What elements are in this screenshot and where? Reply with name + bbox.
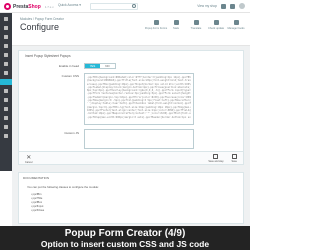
flag-icon [193,20,199,25]
sidebar [0,13,12,171]
notifications-icon[interactable] [230,3,235,9]
refresh-icon [213,20,219,25]
save-and-stay-button[interactable]: Save and stay [208,154,224,163]
top-bar: PrestaShop 1.7.x.x Quick Access ▾ View m… [0,0,250,13]
view-shop-link[interactable]: View my shop [197,4,217,8]
page-title: Configure [20,22,60,32]
modules-active-indicator[interactable] [0,79,12,85]
custom-css-label: Custom CSS [61,74,79,78]
main-content: Insert Popup Stylesheet Popups Enable in… [12,46,250,171]
documentation-area: DOCUMENTATION You can put the following … [12,171,250,226]
payment-icon[interactable] [4,107,8,111]
documentation-text: You can put the following classes to con… [27,185,99,189]
orders-icon[interactable] [4,26,8,30]
save-icon [231,154,237,159]
search-icon[interactable] [132,3,136,8]
page-header: Modules / Popup Form Creator Configure P… [12,13,250,46]
catalog-icon[interactable] [4,35,8,39]
settings-icon[interactable] [4,125,8,129]
cancel-button[interactable]: ✕ Cancel [25,155,32,164]
custom-css-textarea[interactable]: .ppcfBtn{background:#00a3e0;color:#fff;b… [84,73,194,125]
anchor-icon [233,20,239,25]
panel-footer: ✕ Cancel Save and stay Save [18,152,244,165]
search-input[interactable] [90,3,138,10]
toggle-yes[interactable]: YES [85,64,100,68]
translate-button[interactable]: Translate [188,20,204,30]
documentation-heading: DOCUMENTATION [23,176,50,180]
save-actions: Save and stay Save [208,154,237,163]
documentation-panel: DOCUMENTATION You can put the following … [18,172,244,224]
list-item: • ppcfClose [31,209,45,212]
design-icon[interactable] [4,89,8,93]
popup-forms-button[interactable]: Popup Form Forms [145,20,167,30]
version-label: 1.7.x.x [44,4,54,9]
stats-icon[interactable] [4,62,8,66]
banner-subtitle: Option to insert custom CSS and JS code [40,239,210,249]
documentation-list: • ppcfBtn • ppcfTitle • ppcfBox • ppcfIn… [31,193,44,213]
messages-icon[interactable] [4,53,8,57]
enable-label: Enable in head [58,64,79,68]
settings-panel: Insert Popup Stylesheet Popups Enable in… [18,50,244,152]
code-line: .ppcfWrap{max-width:600px;margin:0 auto}… [87,115,191,119]
save-button[interactable]: Save [232,154,237,163]
shipping-icon[interactable] [4,98,8,102]
international-icon[interactable] [4,116,8,120]
save-icon [213,154,219,159]
stats-button[interactable]: Stats [168,20,184,30]
quick-access-menu[interactable]: Quick Access ▾ [58,3,81,7]
custom-js-label: Custom JS [64,131,79,135]
panel-heading: Insert Popup Stylesheet Popups [25,54,71,58]
caption-banner: Popup Form Creator (4/9) Option to inser… [0,226,250,250]
modules-icon[interactable] [4,71,8,75]
toggle-no[interactable]: NO [100,64,115,68]
list-icon [153,20,159,25]
cart-icon[interactable] [221,3,226,9]
logo-icon [4,3,11,10]
manage-hooks-button[interactable]: Manage hooks [228,20,245,30]
header-toolbar: Popup Form Forms Stats Translate Check u… [145,20,245,30]
banner-title: Popup Form Creator (4/9) [64,228,186,239]
dashboard-icon[interactable] [4,17,8,21]
top-icons: View my shop [197,3,245,9]
custom-js-textarea[interactable] [84,129,194,149]
avatar[interactable] [239,3,245,9]
breadcrumb[interactable]: Modules / Popup Form Creator [20,17,64,21]
enable-toggle[interactable]: YES NO [84,63,116,69]
check-update-button[interactable]: Check update [208,20,224,30]
logo-text: PrestaShop [13,3,41,10]
chart-icon [173,20,179,25]
advanced-icon[interactable] [4,134,8,138]
prestashop-logo[interactable]: PrestaShop 1.7.x.x [4,3,54,10]
customers-icon[interactable] [4,44,8,48]
